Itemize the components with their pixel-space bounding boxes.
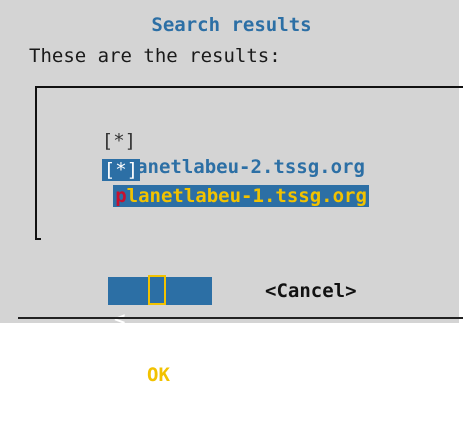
checkbox[interactable]: [*]: [101, 159, 141, 181]
list-item[interactable]: [*] planetlabeu-2.tssg.org: [56, 102, 365, 178]
dialog-prompt: These are the results:: [29, 45, 281, 67]
cancel-button[interactable]: <Cancel>: [265, 277, 357, 305]
item-text: lanetlabeu-2.tssg.org: [124, 156, 365, 178]
ok-focus-highlight: [148, 275, 166, 305]
list-item-label: planetlabeu-1.tssg.org: [113, 185, 369, 207]
dialog-title: Search results: [151, 14, 312, 36]
list-item-label: planetlabeu-2.tssg.org: [113, 156, 365, 178]
hotkey-char: p: [115, 185, 127, 207]
item-text: lanetlabeu-1.tssg.org: [126, 185, 367, 207]
search-results-dialog: Search results These are the results: [*…: [0, 0, 463, 414]
ok-right-bracket: >: [194, 392, 206, 414]
ok-button[interactable]: < OK >: [108, 275, 212, 414]
list-item-selected[interactable]: [*] planetlabeu-1.tssg.org: [56, 131, 369, 207]
ok-left-bracket: <: [114, 308, 126, 330]
ok-button-label: OK: [147, 364, 170, 386]
bottom-divider: [18, 317, 463, 319]
